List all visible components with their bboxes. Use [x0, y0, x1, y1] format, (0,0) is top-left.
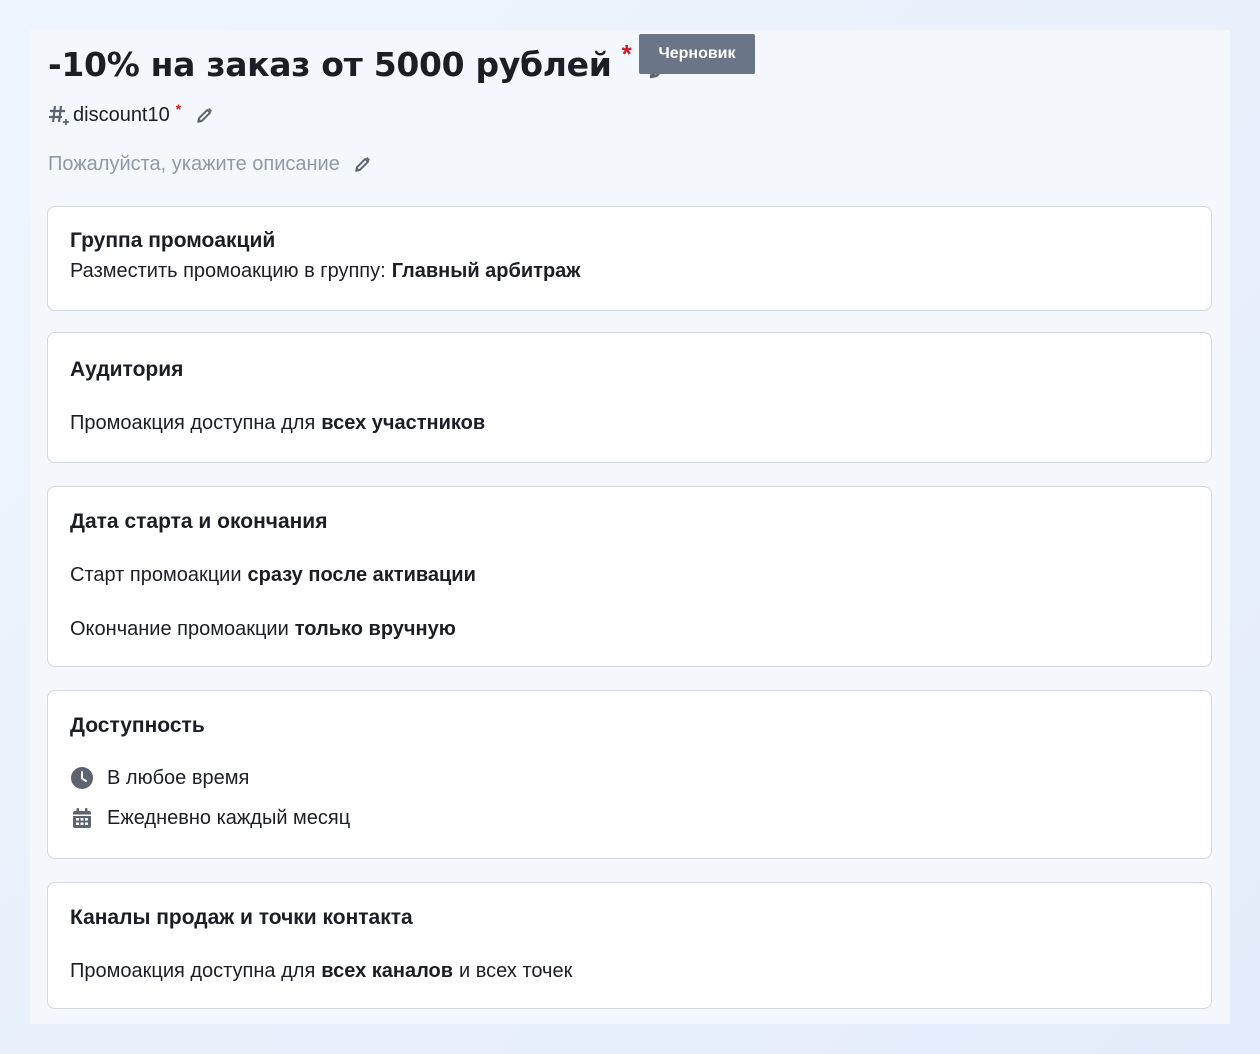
edit-description-pencil-icon[interactable] [352, 153, 374, 175]
hash-plus-icon [48, 103, 72, 127]
dates-end-line: Окончание промоакции только вручную [70, 618, 456, 641]
clock-icon [70, 766, 94, 790]
audience-card[interactable]: Аудитория Промоакция доступна для всех у… [47, 332, 1212, 463]
dates-end-value: только вручную [294, 618, 456, 640]
promo-code: discount10 [73, 103, 170, 126]
dates-end-label: Окончание промоакции [70, 618, 289, 640]
dates-card[interactable]: Дата старта и окончания Старт промоакции… [47, 486, 1212, 667]
dates-start-value: сразу после активации [247, 564, 476, 586]
channels-card-title: Каналы продаж и точки контакта [70, 906, 413, 929]
description-row: Пожалуйста, укажите описание [48, 149, 374, 179]
promo-panel: -10% на заказ от 5000 рублей * Черновик … [30, 30, 1230, 1024]
title-required-mark: * [621, 39, 632, 69]
group-card-line: Разместить промоакцию в группу: Главный … [70, 260, 580, 283]
channels-card-line: Промоакция доступна для всех каналов и в… [70, 960, 572, 983]
group-card-title: Группа промоакций [70, 229, 276, 252]
dates-card-title: Дата старта и окончания [70, 510, 328, 533]
audience-value: всех участников [321, 412, 486, 434]
channels-value: всех каналов [321, 960, 454, 982]
group-label: Разместить промоакцию в группу: [70, 260, 386, 282]
promo-title: -10% на заказ от 5000 рублей [48, 45, 612, 84]
channels-card[interactable]: Каналы продаж и точки контакта Промоакци… [47, 882, 1212, 1009]
status-badge: Черновик [639, 34, 755, 74]
code-required-mark: * [175, 101, 182, 117]
channels-label: Промоакция доступна для [70, 960, 316, 982]
code-row: discount10 * [48, 100, 215, 130]
availability-card-title: Доступность [70, 714, 205, 737]
description-placeholder[interactable]: Пожалуйста, укажите описание [48, 153, 340, 176]
availability-card[interactable]: Доступность В любое время Ежедневно кажд… [47, 690, 1212, 859]
channels-suffix: и всех точек [459, 960, 573, 982]
audience-card-line: Промоакция доступна для всех участников [70, 412, 485, 435]
group-value: Главный арбитраж [391, 260, 581, 282]
dates-start-label: Старт промоакции [70, 564, 242, 586]
title-row: -10% на заказ от 5000 рублей * [48, 40, 678, 90]
audience-label: Промоакция доступна для [70, 412, 316, 434]
audience-card-title: Аудитория [70, 358, 184, 381]
group-card[interactable]: Группа промоакций Разместить промоакцию … [47, 206, 1212, 311]
availability-time-line: В любое время [70, 766, 249, 790]
edit-code-pencil-icon[interactable] [193, 104, 215, 126]
availability-schedule-line: Ежедневно каждый месяц [70, 806, 350, 830]
availability-schedule-text: Ежедневно каждый месяц [107, 806, 351, 829]
calendar-icon [70, 806, 94, 830]
availability-time-text: В любое время [107, 766, 250, 789]
dates-start-line: Старт промоакции сразу после активации [70, 564, 476, 587]
